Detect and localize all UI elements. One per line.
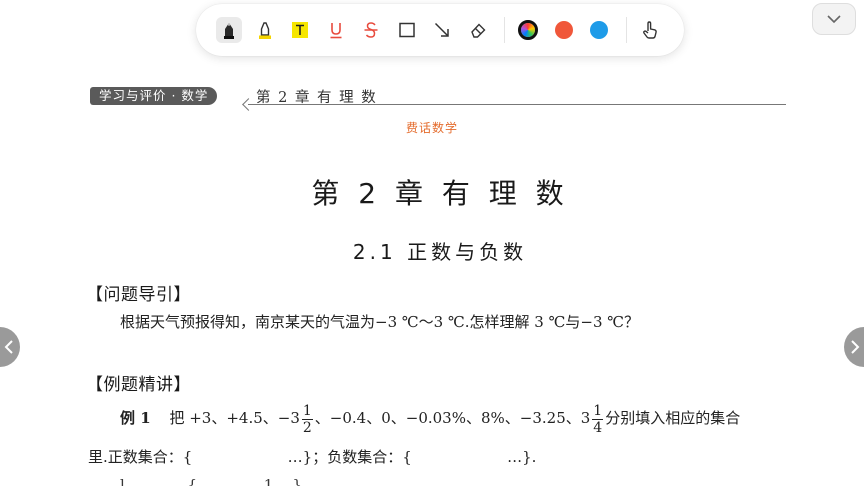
chevron-left-icon [4,340,13,354]
example-1-line-1: 例 1 把 +3、+4.5、−3 1 2 、−0.4、0、−0.03%、8%、−3.2… [120,398,740,438]
chevron-down-icon [827,15,841,24]
pen-tool-button[interactable] [216,17,242,43]
example-1-line-2: 里.正数集合：{ …}；负数集合：{ …}. [88,448,537,466]
rectangle-tool-button[interactable] [394,17,420,43]
example-label: 例 1 [120,409,151,427]
color-swatch-blue[interactable] [586,17,612,43]
strikethrough-icon [364,22,378,38]
next-page-button[interactable] [844,327,864,367]
fraction-one-half: 12 [301,402,313,436]
hand-tool-button[interactable] [637,17,663,43]
strikethrough-tool-button[interactable] [358,17,384,43]
color-swatch-black[interactable] [515,17,541,43]
annotation-toolbar [196,4,684,56]
arrow-icon [434,22,449,37]
eraser-icon [470,23,485,38]
pen-icon [224,23,234,39]
fraction-numerator: 1 [592,402,604,420]
toolbar-divider [504,17,505,43]
chevron-right-icon [851,340,860,354]
fraction-numerator: 1 [301,402,313,420]
text-tool-button[interactable] [287,17,313,43]
chapter-title: 第 2 章 有 理 数 [311,177,569,210]
example-text-part-3: 分别填入相应的集合 [605,409,741,427]
color-swatch-orange-red[interactable] [551,17,577,43]
book-series-tag: 学习与评价 · 数学 [90,87,218,105]
color-dot-orange-red [554,21,573,39]
arrow-tool-button[interactable] [429,17,455,43]
guide-heading: 【问题导引】 [86,285,191,305]
page-running-header: 学习与评价 · 数学 第 2 章 有 理 数 [90,86,786,111]
underline-tool-button[interactable] [323,17,349,43]
rectangle-icon [398,22,415,38]
highlighter-tool-button[interactable] [252,17,278,43]
underline-icon [330,23,341,39]
hand-pointer-icon [642,21,657,39]
fraction-denominator: 4 [593,419,603,436]
example-text-part-1: 把 +3、+4.5、−3 [169,409,300,427]
guide-paragraph: 根据天气预报得知，南京某天的气温为−3 ℃～3 ℃.怎样理解 3 ℃与−3 ℃？ [120,313,640,331]
text-icon [292,22,308,38]
color-dot-black [518,20,538,40]
fraction-one-quarter: 14 [592,402,604,436]
running-chapter-title: 第 2 章 有 理 数 [256,90,378,106]
cut-off-next-line: l … { 1 } [120,476,302,486]
highlighter-icon [258,22,271,39]
toolbar-divider [625,17,627,43]
color-dot-blue [590,21,608,39]
lesson-title: 2.1 正数与负数 [352,240,528,264]
section-watermark-label: 费话数学 [405,121,458,135]
collapse-button[interactable] [812,3,856,35]
previous-page-button[interactable] [0,327,20,367]
example-text-part-2: 、−0.4、0、−0.03%、8%、−3.25、3 [314,409,591,427]
fraction-denominator: 2 [302,419,312,436]
eraser-tool-button[interactable] [465,17,491,43]
example-heading: 【例题精讲】 [86,375,191,395]
